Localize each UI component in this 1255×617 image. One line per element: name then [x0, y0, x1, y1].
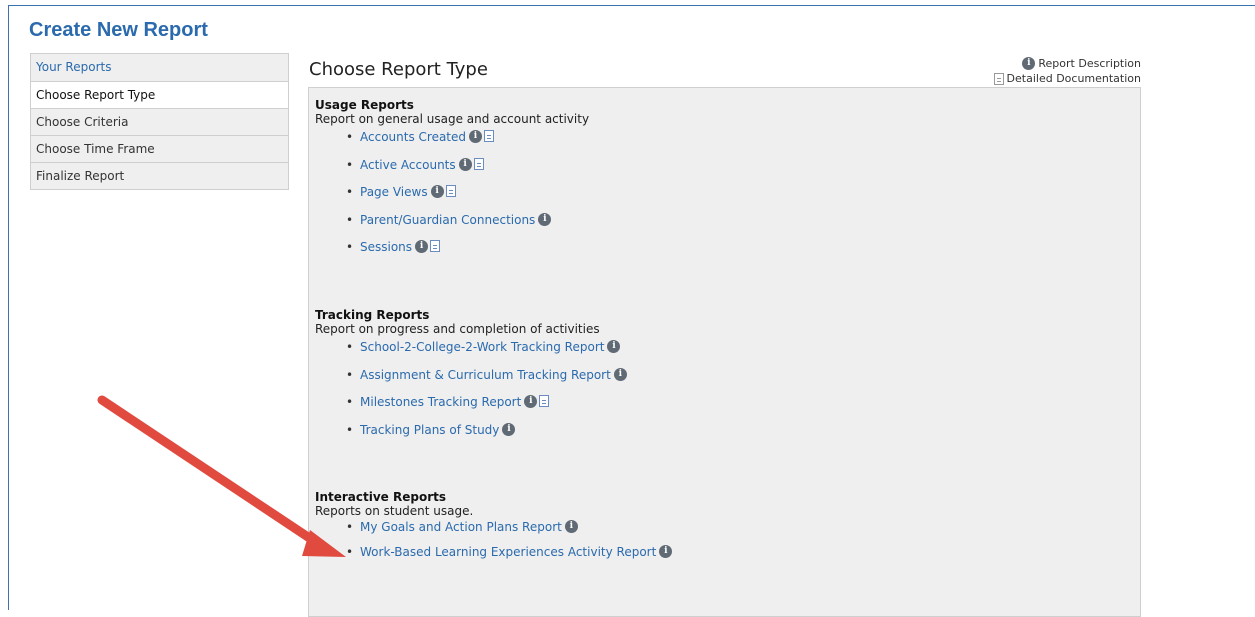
annotation-arrow [97, 395, 346, 557]
